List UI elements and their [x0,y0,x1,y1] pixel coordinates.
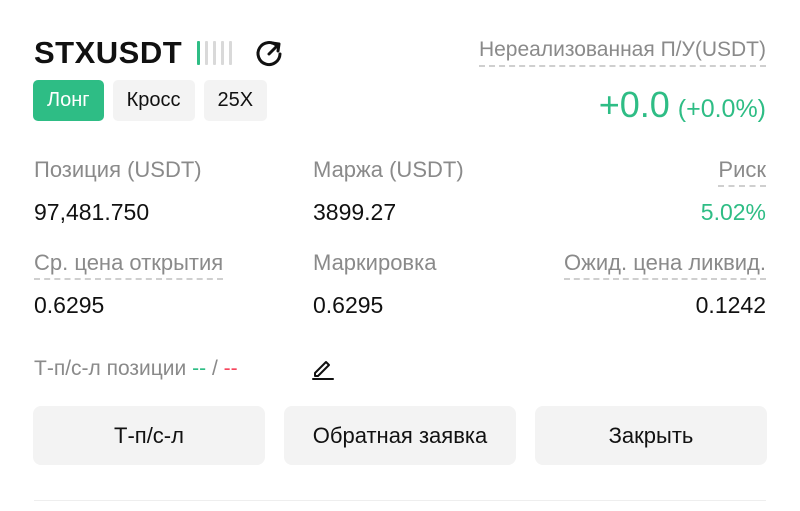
unrealized-pnl-value: +0.0 (+0.0%) [599,84,766,126]
risk-value: 5.02% [700,199,766,225]
symbol-title[interactable]: STXUSDT [34,34,182,72]
tpsl-separator: / [211,357,218,380]
position-tags: Лонг Кросс 25X [33,80,268,121]
mark-price-value: 0.6295 [313,292,384,318]
leverage-bar [205,41,208,65]
leverage-bar [221,41,224,65]
risk-label[interactable]: Риск [718,155,766,187]
position-card: STXUSDT Нереализованная П/У(USDT) +0.0 (+… [0,0,800,511]
leverage-level-bars [197,41,232,65]
share-icon[interactable] [253,38,285,70]
margin-label: Маржа (USDT) [313,157,464,182]
leverage-badge[interactable]: 25X [203,80,268,121]
entry-price-value: 0.6295 [34,292,105,318]
size-label: Позиция (USDT) [34,157,202,182]
margin-mode-badge[interactable]: Кросс [112,80,195,121]
reverse-order-button[interactable]: Обратная заявка [284,406,516,465]
mark-price-label: Маркировка [313,250,437,275]
leverage-bar [197,41,200,65]
tpsl-summary: Т-п/с-л позиции -- / -- [34,354,238,384]
unrealized-pnl-label[interactable]: Нереализованная П/У(USDT) [478,36,766,67]
close-position-button[interactable]: Закрыть [535,406,767,465]
tpsl-label: Т-п/с-л позиции [34,357,187,380]
edit-pencil-icon[interactable] [311,356,335,380]
entry-price-label[interactable]: Ср. цена открытия [34,248,224,280]
side-badge: Лонг [33,80,104,121]
liq-price-label[interactable]: Ожид. цена ликвид. [564,248,766,280]
tpsl-button[interactable]: Т-п/с-л [33,406,265,465]
leverage-bar [229,41,232,65]
divider [34,500,766,501]
size-value: 97,481.750 [34,199,150,225]
pnl-percent: (+0.0%) [677,95,766,123]
liq-price-value: 0.1242 [695,292,766,318]
sl-value: -- [223,357,238,380]
margin-value: 3899.27 [313,199,397,225]
tp-value: -- [192,357,207,380]
pnl-amount: +0.0 [598,84,670,125]
leverage-bar [213,41,216,65]
